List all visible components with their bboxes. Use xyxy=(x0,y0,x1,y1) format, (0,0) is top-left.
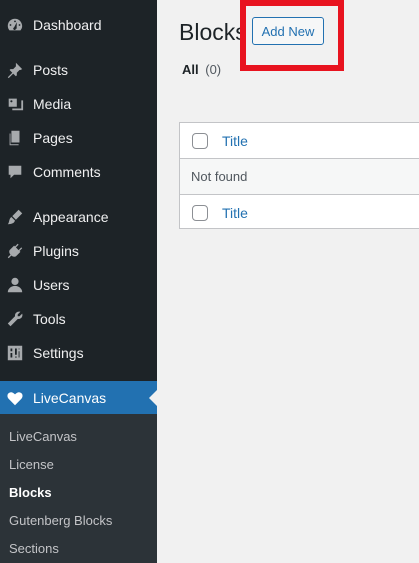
sidebar-item-livecanvas[interactable]: LiveCanvas xyxy=(0,381,157,415)
submenu-item-livecanvas[interactable]: LiveCanvas xyxy=(9,429,77,444)
empty-message: Not found xyxy=(191,169,248,184)
sidebar-item-dashboard[interactable]: Dashboard xyxy=(0,8,157,42)
sidebar-item-comments[interactable]: Comments xyxy=(0,155,157,189)
admin-sidebar: Dashboard Posts Media Pages Comments App… xyxy=(0,0,157,563)
sidebar-item-label: Media xyxy=(33,96,72,112)
sidebar-item-label: Users xyxy=(33,277,70,293)
blocks-table: Title Not found Title xyxy=(179,122,419,229)
status-filter: All (0) xyxy=(182,62,221,77)
sidebar-item-settings[interactable]: Settings xyxy=(0,336,157,370)
filter-all-link[interactable]: All xyxy=(182,62,199,77)
submenu-item-license[interactable]: License xyxy=(9,457,54,472)
page-title: Blocks xyxy=(179,19,247,45)
table-footer-row: Title xyxy=(180,194,419,230)
sidebar-item-posts[interactable]: Posts xyxy=(0,53,157,87)
pages-icon xyxy=(5,128,25,148)
sidebar-item-label: Appearance xyxy=(33,209,109,225)
sidebar-item-label: Posts xyxy=(33,62,69,78)
wrench-icon xyxy=(5,309,25,329)
sidebar-item-label: Pages xyxy=(33,130,73,146)
sidebar-item-media[interactable]: Media xyxy=(0,87,157,121)
settings-icon xyxy=(5,343,25,363)
select-all-checkbox[interactable] xyxy=(192,132,208,149)
sidebar-item-label: LiveCanvas xyxy=(33,390,107,406)
table-header-row: Title xyxy=(180,123,419,159)
add-new-button[interactable]: Add New xyxy=(252,17,324,45)
submenu-item-blocks[interactable]: Blocks xyxy=(9,485,52,500)
table-row: Not found xyxy=(180,159,419,194)
sidebar-item-appearance[interactable]: Appearance xyxy=(0,200,157,234)
livecanvas-submenu: LiveCanvas License Blocks Gutenberg Bloc… xyxy=(0,414,157,563)
sidebar-item-label: Tools xyxy=(33,311,66,327)
heart-icon xyxy=(5,388,25,408)
brush-icon xyxy=(5,207,25,227)
comment-icon xyxy=(5,162,25,182)
sidebar-item-label: Settings xyxy=(33,345,84,361)
filter-count: (0) xyxy=(205,62,222,77)
media-icon xyxy=(5,94,25,114)
pin-icon xyxy=(5,60,25,80)
select-all-checkbox-footer[interactable] xyxy=(192,204,208,221)
submenu-item-sections[interactable]: Sections xyxy=(9,541,59,556)
dashboard-icon xyxy=(5,15,25,35)
sidebar-item-pages[interactable]: Pages xyxy=(0,121,157,155)
sidebar-item-tools[interactable]: Tools xyxy=(0,302,157,336)
sidebar-item-label: Comments xyxy=(33,164,101,180)
submenu-item-gutenberg-blocks[interactable]: Gutenberg Blocks xyxy=(9,513,112,528)
sidebar-item-label: Plugins xyxy=(33,243,79,259)
title-column-footer[interactable]: Title xyxy=(222,205,248,221)
sidebar-item-plugins[interactable]: Plugins xyxy=(0,234,157,268)
sidebar-item-label: Dashboard xyxy=(33,17,102,33)
plug-icon xyxy=(5,241,25,261)
sidebar-item-users[interactable]: Users xyxy=(0,268,157,302)
user-icon xyxy=(5,275,25,295)
title-column-header[interactable]: Title xyxy=(222,133,248,149)
